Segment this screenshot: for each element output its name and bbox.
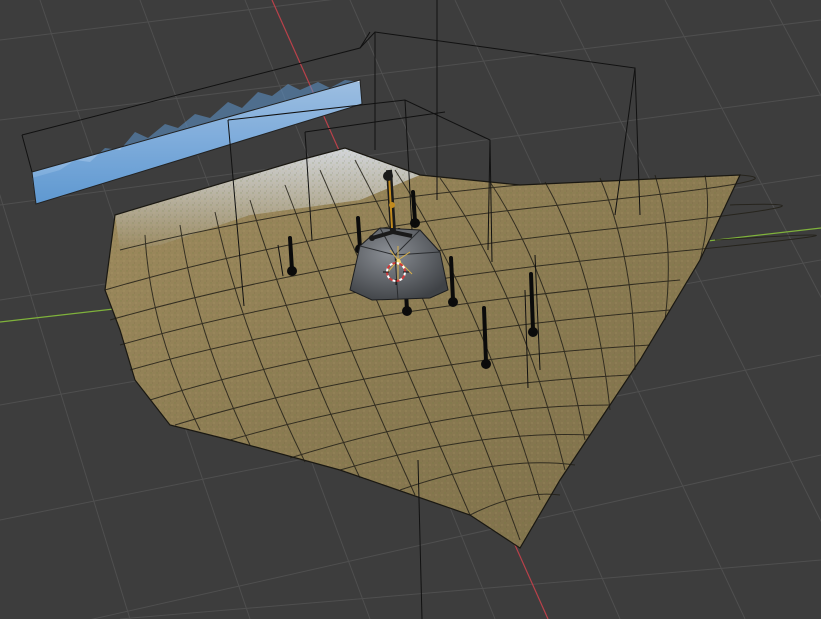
terrain-plane[interactable] bbox=[104, 147, 817, 549]
3d-viewport[interactable] bbox=[0, 0, 821, 619]
viewport-canvas[interactable] bbox=[0, 0, 821, 619]
